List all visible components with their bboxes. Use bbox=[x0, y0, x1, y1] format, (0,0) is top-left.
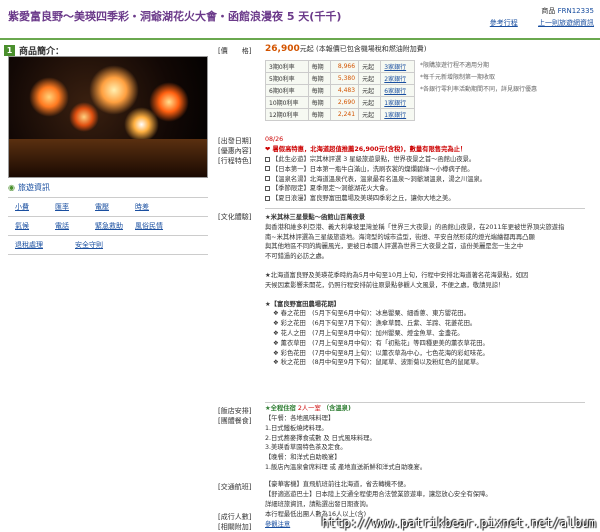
weather-link[interactable]: 氣候 bbox=[8, 221, 48, 231]
table-row: 6期0利率 每期 4,483 元起 6家銀行 bbox=[265, 84, 415, 97]
table-row: 3期0利率 每期 8,966 元起 3家銀行 bbox=[265, 60, 415, 73]
price-note: (本報價已包含機場稅和燃油附加費) bbox=[315, 45, 427, 53]
price-amount: 26,900 bbox=[265, 44, 300, 54]
check-icon bbox=[265, 185, 270, 191]
divider bbox=[265, 208, 585, 209]
table-row: 5期0利率 每期 5,380 元起 2家銀行 bbox=[265, 72, 415, 85]
customs-link[interactable]: 風俗民情 bbox=[128, 221, 168, 231]
table-row: 12期0利率 每期 2,241 元起 1家銀行 bbox=[265, 108, 415, 121]
exchange-rate-link[interactable]: 匯率 bbox=[48, 202, 88, 212]
emergency-link[interactable]: 緊急救助 bbox=[88, 221, 128, 231]
bank-link[interactable]: 1家銀行 bbox=[384, 112, 406, 119]
check-icon bbox=[265, 195, 270, 201]
culture-text: ★米其林三星景點～函館山百萬夜景 與香港和維多利亞港、義大利拿坡里灣並稱「世界三… bbox=[265, 214, 565, 367]
fireworks-photo bbox=[8, 56, 208, 178]
prev-info-link[interactable]: 上一則旅遊網資訊 bbox=[538, 19, 594, 27]
link-row: 小費 匯率 電壓 時差 bbox=[8, 198, 208, 217]
globe-icon: ◉ bbox=[8, 183, 15, 192]
watermark: http://www.patrikbear.pixnet.net/album bbox=[321, 516, 596, 530]
bank-link[interactable]: 3家銀行 bbox=[384, 64, 406, 71]
product-code: 商品 FRN12335 bbox=[541, 7, 594, 15]
tour-info-heading: ◉ 旅遊資訊 bbox=[8, 183, 50, 192]
link-row: 退稅處理 安全守則 bbox=[8, 236, 208, 255]
culture-label: 文化體驗 bbox=[218, 212, 251, 222]
heart-icon: ❤ bbox=[265, 146, 271, 153]
hotel-label: 飯店安排 bbox=[218, 406, 251, 416]
time-difference-link[interactable]: 時差 bbox=[128, 202, 168, 212]
tips-label: 相關附加 bbox=[218, 522, 251, 532]
divider bbox=[265, 402, 585, 403]
installment-table: 3期0利率 每期 8,966 元起 3家銀行 5期0利率 每期 5,380 元起 2家銀… bbox=[265, 60, 415, 121]
safety-rules-link[interactable]: 安全守則 bbox=[68, 240, 128, 250]
bank-link[interactable]: 6家銀行 bbox=[384, 88, 406, 95]
features-list: 【此生必遊】宗其林評選 3 星級旅遊景點，世界夜景之首～函館山夜景。 【日本第一… bbox=[265, 155, 486, 204]
features-label: 行程特色 bbox=[218, 156, 251, 166]
transport-label: 交通航班 bbox=[218, 482, 251, 492]
notice-link[interactable]: 參觀注意 bbox=[265, 521, 290, 528]
meal-label: 團體餐食 bbox=[218, 416, 251, 426]
promo-text: ❤ 暑假高特惠，北海道超值推薦26,900元(含稅)，數量有限售完為止！ bbox=[265, 146, 467, 153]
bank-link[interactable]: 1家銀行 bbox=[384, 100, 406, 107]
price-label: 價 格 bbox=[218, 46, 251, 56]
page-title: 紫愛富良野～美瑛四季彩・洞爺湖花火大會・函館浪漫夜 5 天(千千) bbox=[8, 10, 342, 23]
reference-itinerary-link[interactable]: 參考行程 bbox=[490, 19, 518, 27]
check-icon bbox=[265, 166, 270, 172]
tips-text: 參觀注意 bbox=[265, 520, 290, 530]
transport-text: 【豪華客機】直飛航班前往北海道，省去轉機不便。 【舒適巡遊巴士】日本陸上交通全程… bbox=[265, 481, 492, 508]
check-icon bbox=[265, 176, 270, 182]
promo-label: 優惠內容 bbox=[218, 146, 251, 156]
meals-text: 【午餐：各地風味料理】 1.日式鐵板燒烤料理。 2.日式蕎麥擇食或數 及 日式風… bbox=[265, 415, 427, 471]
depart-date: 08/26 bbox=[265, 136, 284, 143]
hotel-text: ★全程住宿 2人一室 （含溫泉) bbox=[265, 405, 351, 412]
tax-refund-link[interactable]: 退稅處理 bbox=[8, 240, 68, 250]
price: 26,900元起 (本報價已包含機場稅和燃油附加費) bbox=[265, 44, 427, 54]
check-icon bbox=[265, 156, 270, 162]
title-bar: 紫愛富良野～美瑛四季彩・洞爺湖花火大會・函館浪漫夜 5 天(千千) 商品 FRN… bbox=[0, 0, 600, 40]
bank-link[interactable]: 2家銀行 bbox=[384, 76, 406, 83]
installment-notes: *限購旅遊行程不適用分期 *每千元新增限制第一期收取 *各銀行零利率活動期間不同… bbox=[420, 62, 538, 93]
group-label: 成行人數 bbox=[218, 512, 251, 522]
top-links: 參考行程 上一則旅遊網資訊 bbox=[472, 18, 594, 28]
travel-info-links: 小費 匯率 電壓 時差 氣候 電話 緊急救助 風俗民情 退稅處理 安全守則 bbox=[8, 197, 208, 255]
link-row: 氣候 電話 緊急救助 風俗民情 bbox=[8, 217, 208, 236]
tips-link[interactable]: 小費 bbox=[8, 202, 48, 212]
section-number: 1 bbox=[4, 45, 15, 56]
depart-label: 出發日期 bbox=[218, 136, 251, 146]
phone-link[interactable]: 電話 bbox=[48, 221, 88, 231]
table-row: 10期0利率 每期 2,690 元起 1家銀行 bbox=[265, 96, 415, 109]
voltage-link[interactable]: 電壓 bbox=[88, 202, 128, 212]
